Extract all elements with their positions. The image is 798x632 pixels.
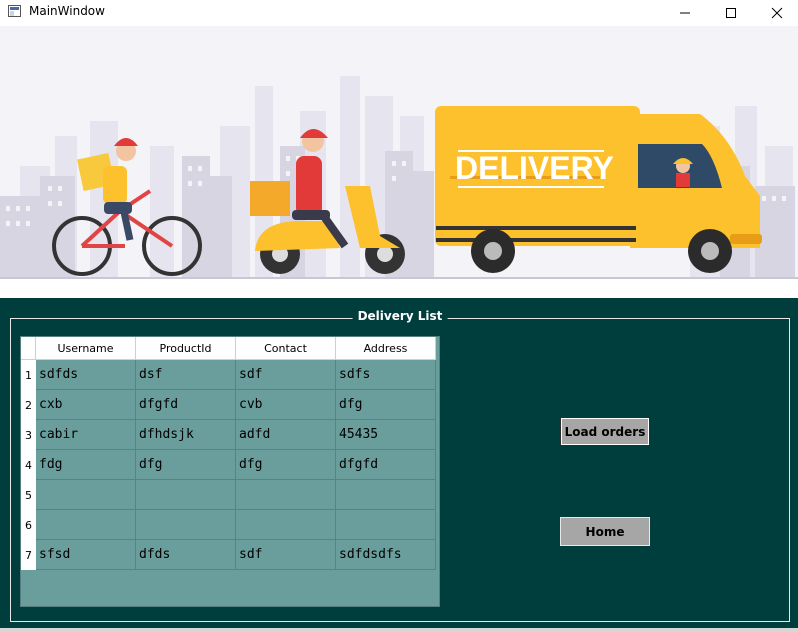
table-cell[interactable] — [136, 510, 236, 540]
maximize-icon — [726, 8, 736, 18]
table-cell[interactable] — [236, 510, 336, 540]
van-delivery-text: DELIVERY — [455, 150, 614, 186]
table-cell[interactable]: dfhdsjk — [136, 420, 236, 450]
table-cell[interactable]: sdfs — [336, 360, 436, 390]
table-cell[interactable]: cvb — [236, 390, 336, 420]
window-bottom-edge — [0, 628, 798, 632]
table-cell[interactable]: adfd — [236, 420, 336, 450]
row-header[interactable]: 1 — [21, 360, 36, 390]
row-header[interactable]: 5 — [21, 480, 36, 510]
table-cell[interactable]: dfgfd — [136, 390, 236, 420]
table-cell[interactable] — [136, 480, 236, 510]
row-header[interactable]: 3 — [21, 420, 36, 450]
table-cell[interactable]: dfg — [336, 390, 436, 420]
table-corner-button[interactable] — [21, 337, 36, 360]
table-cell[interactable]: dsf — [136, 360, 236, 390]
home-button[interactable]: Home — [560, 517, 650, 546]
table-cell[interactable]: sfsd — [36, 540, 136, 570]
table-cell[interactable]: cabir — [36, 420, 136, 450]
row-header[interactable]: 2 — [21, 390, 36, 420]
table-cell[interactable]: dfds — [136, 540, 236, 570]
table-cell[interactable]: cxb — [36, 390, 136, 420]
column-header-address[interactable]: Address — [336, 337, 436, 360]
table-cell[interactable] — [336, 480, 436, 510]
table-cell[interactable]: dfg — [136, 450, 236, 480]
close-icon — [771, 7, 783, 19]
column-header-username[interactable]: Username — [36, 337, 136, 360]
table-cell[interactable]: dfg — [236, 450, 336, 480]
table-cell[interactable]: sdf — [236, 540, 336, 570]
table-cell[interactable] — [36, 480, 136, 510]
title-bar: MainWindow — [0, 0, 798, 26]
table-cell[interactable] — [236, 480, 336, 510]
table-cell[interactable]: sdfds — [36, 360, 136, 390]
maximize-button[interactable] — [708, 0, 754, 26]
minimize-button[interactable] — [662, 0, 708, 26]
table-cell[interactable]: sdf — [236, 360, 336, 390]
row-header[interactable]: 6 — [21, 510, 36, 540]
row-header[interactable]: 7 — [21, 540, 36, 570]
table-cell[interactable]: dfgfd — [336, 450, 436, 480]
table-cell[interactable]: fdg — [36, 450, 136, 480]
window-title: MainWindow — [29, 4, 105, 18]
column-header-productid[interactable]: ProductId — [136, 337, 236, 360]
table-cell[interactable]: 45435 — [336, 420, 436, 450]
table-cell[interactable]: sdfdsdfs — [336, 540, 436, 570]
close-button[interactable] — [754, 0, 798, 26]
app-window-icon — [8, 5, 21, 17]
table-cell[interactable] — [336, 510, 436, 540]
column-header-contact[interactable]: Contact — [236, 337, 336, 360]
row-header[interactable]: 4 — [21, 450, 36, 480]
delivery-banner-image: DELIVERY — [0, 26, 798, 298]
minimize-icon — [680, 12, 690, 14]
main-panel: Delivery List Username ProductId Contact… — [0, 298, 798, 632]
load-orders-button[interactable]: Load orders — [560, 417, 650, 446]
table-cell[interactable] — [36, 510, 136, 540]
delivery-table[interactable]: Username ProductId Contact Address 1 2 3… — [20, 336, 440, 607]
group-title: Delivery List — [352, 309, 448, 323]
